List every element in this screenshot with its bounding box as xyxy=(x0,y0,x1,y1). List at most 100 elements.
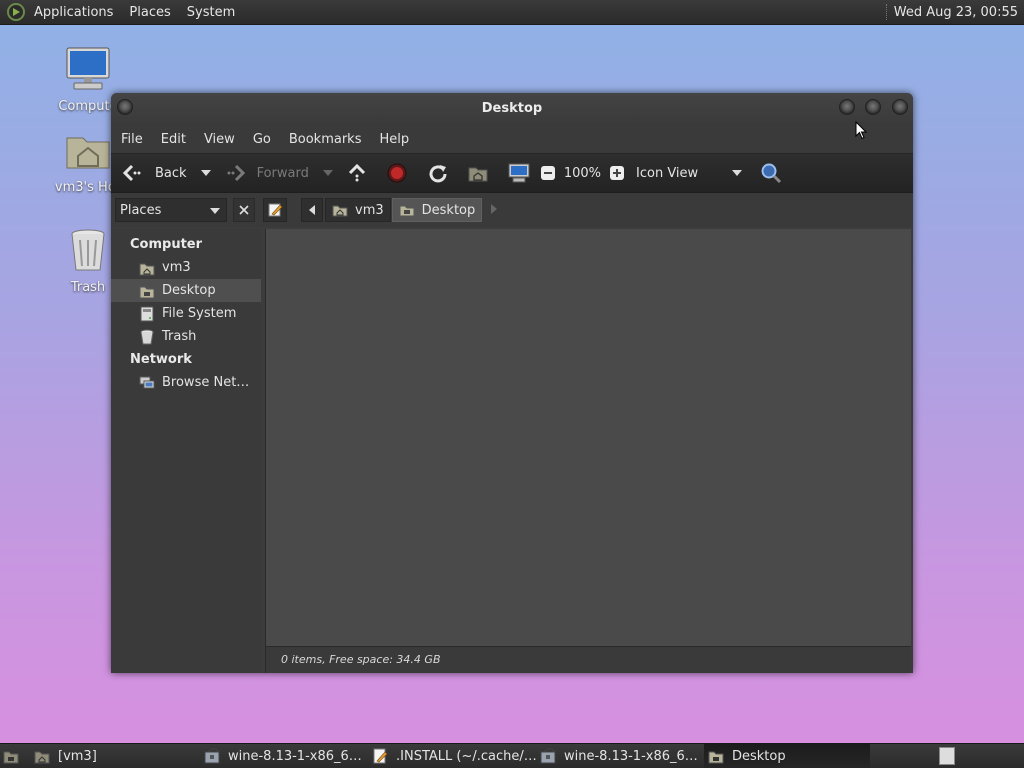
home-icon xyxy=(139,263,155,275)
zoom-out-button[interactable] xyxy=(540,153,556,193)
sidebar-item-label: File System xyxy=(162,306,237,321)
sidebar-heading-network: Network xyxy=(130,352,192,367)
crumb-scroll-right-button[interactable] xyxy=(490,203,498,218)
search-button[interactable] xyxy=(760,153,782,193)
window-titlebar[interactable]: Desktop xyxy=(111,93,913,125)
menubar: File Edit View Go Bookmarks Help xyxy=(111,125,913,153)
trash-icon xyxy=(140,329,154,344)
taskbar-item[interactable]: wine-8.13-1-x86_6… xyxy=(200,744,368,768)
zoom-in-button[interactable] xyxy=(609,153,625,193)
package-icon xyxy=(540,748,556,764)
sidebar-item-label: Browse Net… xyxy=(162,375,250,390)
search-icon xyxy=(761,163,782,184)
side-pane-select-value: Places xyxy=(120,202,162,218)
file-view-area[interactable] xyxy=(265,229,911,646)
menu-help[interactable]: Help xyxy=(369,132,417,147)
crumb-label: Desktop xyxy=(421,202,476,218)
sidebar-item-label: Desktop xyxy=(162,283,216,298)
taskbar-item-active[interactable]: Desktop xyxy=(704,744,870,768)
package-icon xyxy=(204,748,220,764)
sidebar-item-trash[interactable]: Trash xyxy=(111,325,261,348)
chevron-down-icon xyxy=(210,208,220,214)
zoom-level[interactable]: 100% xyxy=(564,153,601,193)
sidebar-item-desktop[interactable]: Desktop xyxy=(111,279,261,302)
places-sidebar: Computer vm3 Desktop File System Trash N… xyxy=(111,229,261,673)
crumb-scroll-left-button[interactable] xyxy=(301,198,323,222)
taskbar-item-label: wine-8.13-1-x86_6… xyxy=(564,748,698,764)
folder-icon xyxy=(708,751,724,764)
menu-edit[interactable]: Edit xyxy=(151,132,194,147)
trash-icon xyxy=(71,229,105,271)
home-button[interactable] xyxy=(468,153,488,193)
computer-icon xyxy=(508,163,530,183)
sidebar-item-file-system[interactable]: File System xyxy=(111,302,261,325)
maximize-button[interactable] xyxy=(865,99,881,115)
menu-view[interactable]: View xyxy=(194,132,243,147)
sidebar-item-vm3[interactable]: vm3 xyxy=(111,256,261,279)
chevron-left-icon xyxy=(309,205,315,215)
taskbar-item[interactable]: [vm3] xyxy=(30,744,200,768)
chevron-down-icon xyxy=(322,170,333,176)
chevron-down-icon xyxy=(200,170,211,176)
location-bar: Places vm3 Desktop xyxy=(111,193,913,227)
computer-button[interactable] xyxy=(508,153,530,193)
mouse-cursor-icon xyxy=(855,121,867,140)
taskbar-item-label: .INSTALL (~/.cache/… xyxy=(396,748,536,764)
system-menu[interactable]: System xyxy=(179,0,243,25)
desktop-folder-icon xyxy=(399,205,415,217)
zoom-in-icon xyxy=(610,166,625,180)
home-folder-icon xyxy=(468,167,488,182)
distro-logo-icon[interactable] xyxy=(6,2,26,22)
status-bar: 0 items, Free space: 34.4 GB xyxy=(265,646,911,673)
reload-icon xyxy=(429,165,447,183)
sidebar-item-browse-network[interactable]: Browse Net… xyxy=(111,371,261,394)
zoom-out-icon xyxy=(540,166,555,180)
top-panel: Applications Places System Wed Aug 23, 0… xyxy=(0,0,1024,25)
close-button[interactable] xyxy=(892,99,908,115)
side-pane-select[interactable]: Places xyxy=(115,198,227,222)
sidebar-item-label: vm3 xyxy=(162,260,191,275)
crumb-desktop[interactable]: Desktop xyxy=(391,198,483,222)
show-desktop-button[interactable] xyxy=(0,744,30,768)
home-folder-icon xyxy=(66,137,110,169)
home-folder-icon xyxy=(332,205,348,217)
forward-button[interactable]: Forward xyxy=(225,153,309,193)
show-desktop-icon xyxy=(3,751,19,764)
forward-history-dropdown[interactable] xyxy=(322,153,333,193)
applications-menu[interactable]: Applications xyxy=(26,0,121,25)
panel-separator xyxy=(885,4,888,20)
stop-icon xyxy=(387,163,407,183)
window-menu-button[interactable] xyxy=(117,99,133,115)
menu-file[interactable]: File xyxy=(113,132,151,147)
window-title: Desktop xyxy=(481,101,543,116)
places-menu[interactable]: Places xyxy=(121,0,178,25)
sidebar-item-label: Trash xyxy=(162,329,197,344)
filesystem-icon xyxy=(140,306,154,321)
stop-button[interactable] xyxy=(387,153,407,193)
sidebar-heading-computer: Computer xyxy=(130,237,203,252)
computer-icon xyxy=(66,47,110,90)
toggle-location-entry-button[interactable] xyxy=(263,198,287,222)
crumb-vm3[interactable]: vm3 xyxy=(325,198,391,222)
minimize-button[interactable] xyxy=(839,99,855,115)
back-history-dropdown[interactable] xyxy=(200,153,211,193)
workspace-switcher[interactable] xyxy=(939,747,955,765)
text-editor-icon xyxy=(373,748,388,764)
forward-arrow-icon xyxy=(227,164,245,182)
clock[interactable]: Wed Aug 23, 00:55 xyxy=(894,5,1024,20)
up-button[interactable] xyxy=(347,153,367,193)
taskbar-item-label: [vm3] xyxy=(58,748,97,764)
taskbar-item[interactable]: wine-8.13-1-x86_6… xyxy=(536,744,704,768)
back-arrow-icon xyxy=(122,164,141,182)
menu-bookmarks[interactable]: Bookmarks xyxy=(279,132,370,147)
reload-button[interactable] xyxy=(428,153,448,193)
menu-go[interactable]: Go xyxy=(243,132,279,147)
taskbar-item[interactable]: .INSTALL (~/.cache/… xyxy=(368,744,536,768)
view-mode-select[interactable]: Icon View xyxy=(636,153,743,193)
back-label: Back xyxy=(155,165,187,181)
toolbar: Back Forward 100% Icon View xyxy=(111,153,913,193)
edit-location-icon xyxy=(268,203,283,217)
close-side-pane-button[interactable] xyxy=(233,198,255,222)
up-arrow-icon xyxy=(348,163,365,182)
back-button[interactable]: Back xyxy=(121,153,187,193)
